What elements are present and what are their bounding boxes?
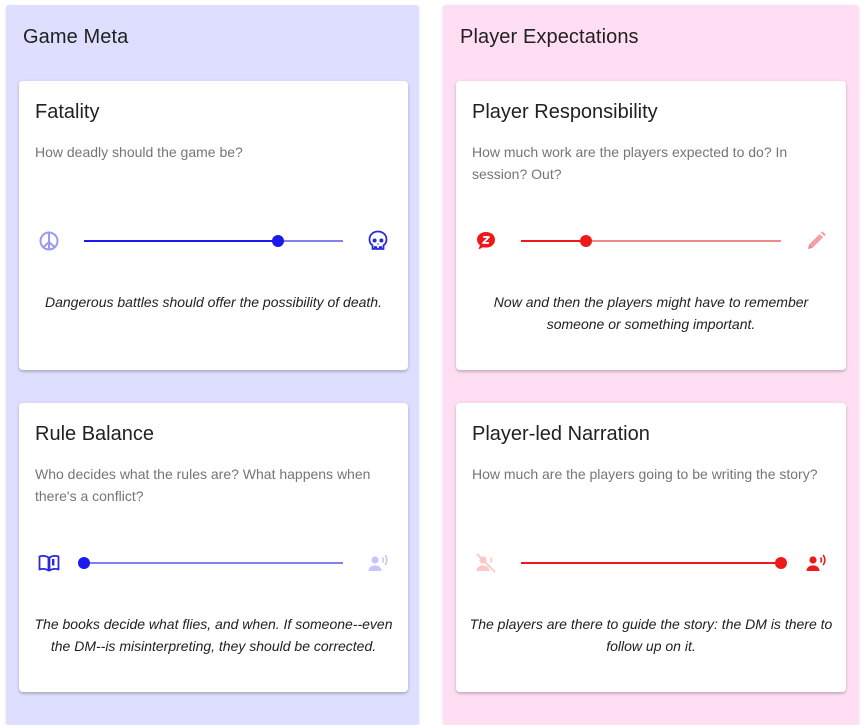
sleep-chat-icon <box>474 229 498 253</box>
player-responsibility-card: Player Responsibility How much work are … <box>456 81 846 370</box>
card-title: Fatality <box>35 101 100 123</box>
rule-balance-slider-row <box>19 549 408 577</box>
person-speaking-icon <box>366 551 390 575</box>
pencil-icon <box>804 229 828 253</box>
player-led-narration-slider-row <box>456 549 846 577</box>
rule-balance-slider[interactable] <box>78 557 343 569</box>
player-responsibility-slider[interactable] <box>521 235 781 247</box>
book-icon <box>37 551 61 575</box>
slider-track-fill <box>84 240 279 242</box>
peace-icon <box>37 229 61 253</box>
panel-title: Player Expectations <box>460 26 639 48</box>
player-led-narration-slider[interactable] <box>521 557 787 569</box>
game-meta-panel: Game Meta Fatality How deadly should the… <box>6 5 419 725</box>
card-caption: Now and then the players might have to r… <box>493 294 809 332</box>
rule-balance-card: Rule Balance Who decides what the rules … <box>19 403 408 692</box>
slider-thumb[interactable] <box>580 235 592 247</box>
card-description: How much are the players going to be wri… <box>472 466 818 482</box>
skull-icon <box>366 229 390 253</box>
voice-off-icon <box>474 551 498 575</box>
card-caption: The players are there to guide the story… <box>469 616 833 654</box>
player-led-narration-card: Player-led Narration How much are the pl… <box>456 403 846 692</box>
player-responsibility-slider-row <box>456 227 846 255</box>
fatality-card: Fatality How deadly should the game be? … <box>19 81 408 370</box>
card-title: Rule Balance <box>35 423 154 445</box>
slider-thumb[interactable] <box>775 557 787 569</box>
card-title: Player-led Narration <box>472 423 650 445</box>
card-description: How much work are the players expected t… <box>472 144 788 182</box>
card-title: Player Responsibility <box>472 101 658 123</box>
card-description: How deadly should the game be? <box>35 144 243 160</box>
fatality-slider-row <box>19 227 408 255</box>
card-caption: The books decide what flies, and when. I… <box>34 616 393 654</box>
card-description: Who decides what the rules are? What hap… <box>35 466 371 504</box>
player-expectations-panel: Player Expectations Player Responsibilit… <box>443 5 859 725</box>
slider-thumb[interactable] <box>272 235 285 247</box>
person-speaking-icon <box>804 551 828 575</box>
slider-track <box>84 562 343 564</box>
fatality-slider[interactable] <box>84 235 343 247</box>
panel-title: Game Meta <box>23 26 129 48</box>
slider-track-fill <box>521 562 781 564</box>
card-caption: Dangerous battles should offer the possi… <box>45 294 382 310</box>
slider-thumb[interactable] <box>78 557 90 569</box>
slider-track-fill <box>521 240 586 242</box>
